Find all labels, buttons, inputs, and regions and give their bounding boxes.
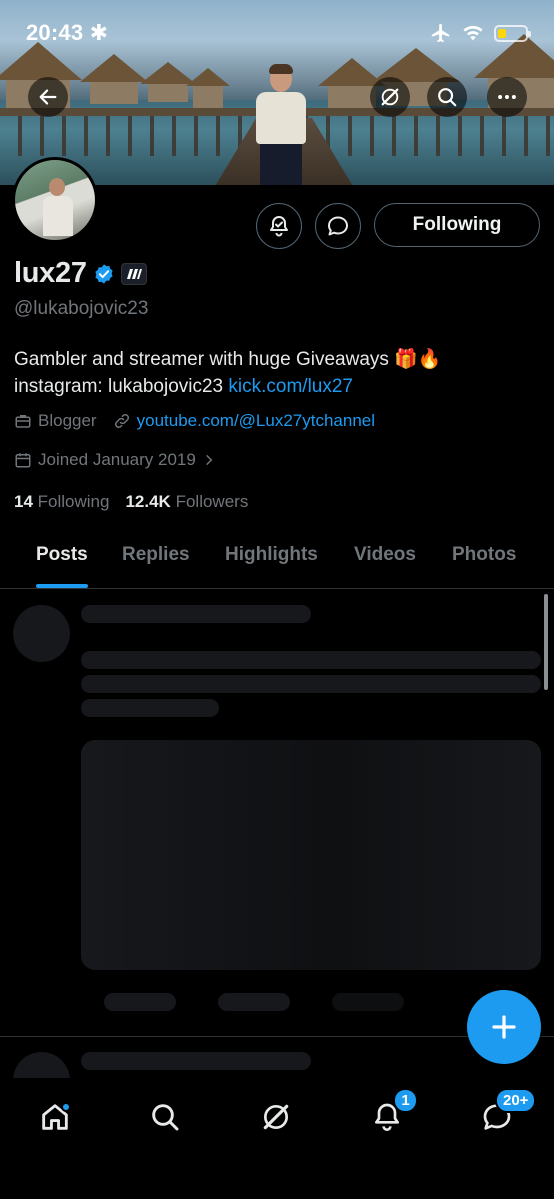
skeleton-line [81,699,219,717]
profile-banner[interactable]: 20:43 ✱ [0,0,554,185]
back-arrow-icon [39,89,57,105]
bottom-nav: 1 20+ [0,1078,554,1199]
back-button[interactable] [28,77,68,117]
skeleton-line [81,675,541,693]
explore-icon [152,1104,179,1131]
grok-icon [263,1104,289,1130]
bio-line-1: Gambler and streamer with huge Giveaways… [14,349,442,370]
battery-icon [494,24,531,42]
home-unread-dot [61,1102,71,1112]
search-button[interactable] [427,77,467,117]
profile-handle: @lukabojovic23 [14,298,149,319]
banner-hut [80,54,148,104]
profile-category: Blogger [38,411,97,430]
nav-grok[interactable] [246,1092,306,1142]
skeleton-avatar [13,605,70,662]
asterisk-icon: ✱ [89,20,109,45]
follow-stats: 14 Following 12.4K Followers [14,492,248,512]
airplane-icon [431,23,450,43]
verified-badge-icon[interactable] [93,263,115,285]
link-icon [114,413,129,429]
more-icon [498,94,516,100]
tab-highlights[interactable]: Highlights [225,532,318,588]
tab-photos[interactable]: Photos [452,532,516,588]
joined-date: Joined January 2019 [38,450,196,469]
briefcase-icon [15,415,31,428]
nav-explore[interactable] [135,1092,195,1142]
nav-messages[interactable]: 20+ [467,1088,537,1142]
display-name: lux27 [14,257,87,289]
tab-replies[interactable]: Replies [122,532,190,588]
following-button[interactable]: Following [374,203,540,247]
bio-line-2: instagram: lukabojovic23 kick.com/lux27 [14,373,534,400]
banner-person [248,62,314,185]
skeleton-line [81,605,311,623]
nav-notifications[interactable]: 1 [357,1088,418,1142]
skeleton-line [81,651,541,669]
grok-button[interactable] [370,77,410,117]
skeleton-media [81,740,541,970]
affiliate-badge-icon[interactable] [120,262,147,285]
profile-website-link[interactable]: youtube.com/@Lux27ytchannel [137,411,375,431]
skeleton-action [104,993,176,1011]
skeleton-action [332,993,404,1011]
profile-avatar[interactable] [12,157,98,243]
status-bar: 20:43 ✱ [0,0,554,60]
search-icon [438,88,457,107]
more-button[interactable] [487,77,527,117]
chevron-right-icon [205,454,213,466]
tab-posts[interactable]: Posts [36,532,88,588]
bio-kick-link[interactable]: kick.com/lux27 [228,376,353,397]
profile-meta-row: Blogger youtube.com/@Lux27ytchannel [14,411,375,431]
nav-home[interactable] [25,1092,85,1142]
joined-row[interactable]: Joined January 2019 [14,450,216,470]
name-row: lux27 [14,257,147,290]
calendar-icon [15,453,31,468]
notifications-badge: 1 [393,1088,418,1113]
messages-badge: 20+ [495,1088,537,1113]
compose-button[interactable] [467,990,541,1064]
status-icons [430,22,531,44]
home-indicator [205,1186,349,1191]
followers-stat[interactable]: 12.4K Followers [125,492,248,512]
compose-plus-icon [492,1015,516,1039]
notify-button[interactable] [256,203,302,249]
scrollbar[interactable] [544,594,548,690]
status-time: 20:43 ✱ [26,20,109,45]
grok-icon [381,88,399,106]
message-icon [328,216,348,236]
notification-bell-add-icon [270,216,288,237]
bio-instagram-text: instagram: lukabojovic23 [14,376,229,397]
skeleton-action [218,993,290,1011]
skeleton-line [81,1052,311,1070]
following-stat[interactable]: 14 Following [14,492,109,512]
tab-videos[interactable]: Videos [354,532,416,588]
wifi-icon [463,25,483,41]
profile-bio: Gambler and streamer with huge Giveaways… [14,346,534,400]
profile-tabs: Posts Replies Highlights Videos Photos [0,532,554,589]
message-button[interactable] [315,203,361,249]
